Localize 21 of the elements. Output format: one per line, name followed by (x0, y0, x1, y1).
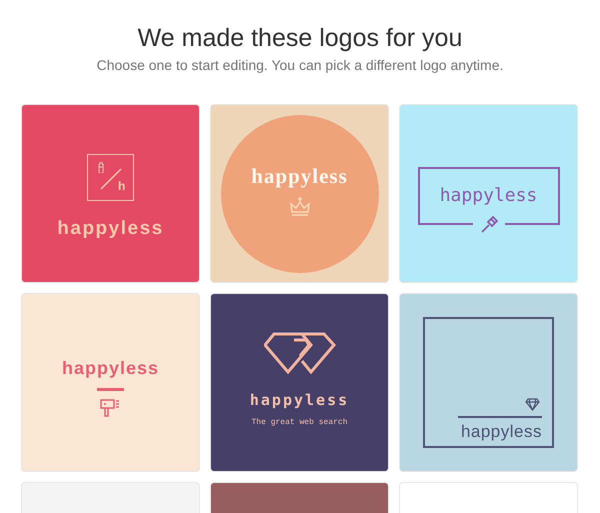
logo-card[interactable]: happyless (399, 104, 578, 283)
page-subtitle: Choose one to start editing. You can pick a different logo anytime. (96, 56, 504, 75)
bottle-icon (98, 162, 104, 173)
logo-card[interactable]: happyless The great web search (210, 293, 389, 472)
logo-card[interactable]: happyless (21, 293, 200, 472)
logo-name: happyless (251, 163, 348, 190)
logo-name: happyless (62, 357, 160, 380)
monogram-letter: h (118, 180, 126, 192)
page-title: We made these logos for you (138, 23, 462, 54)
diamond-icon (264, 332, 336, 374)
logo-card[interactable]: h happyless (21, 104, 200, 283)
logo-name: happyless (250, 390, 350, 412)
divider-bar (97, 388, 124, 391)
logo-name: happyless (460, 423, 542, 440)
logo-card[interactable]: happyless (399, 293, 578, 472)
crown-icon (290, 196, 310, 216)
logo-name: happyless (440, 184, 538, 208)
logo-card[interactable]: happyless (210, 104, 389, 283)
logo-name: happyless (57, 216, 164, 241)
gem-icon (525, 398, 540, 411)
tagline: The great web search (251, 416, 348, 429)
